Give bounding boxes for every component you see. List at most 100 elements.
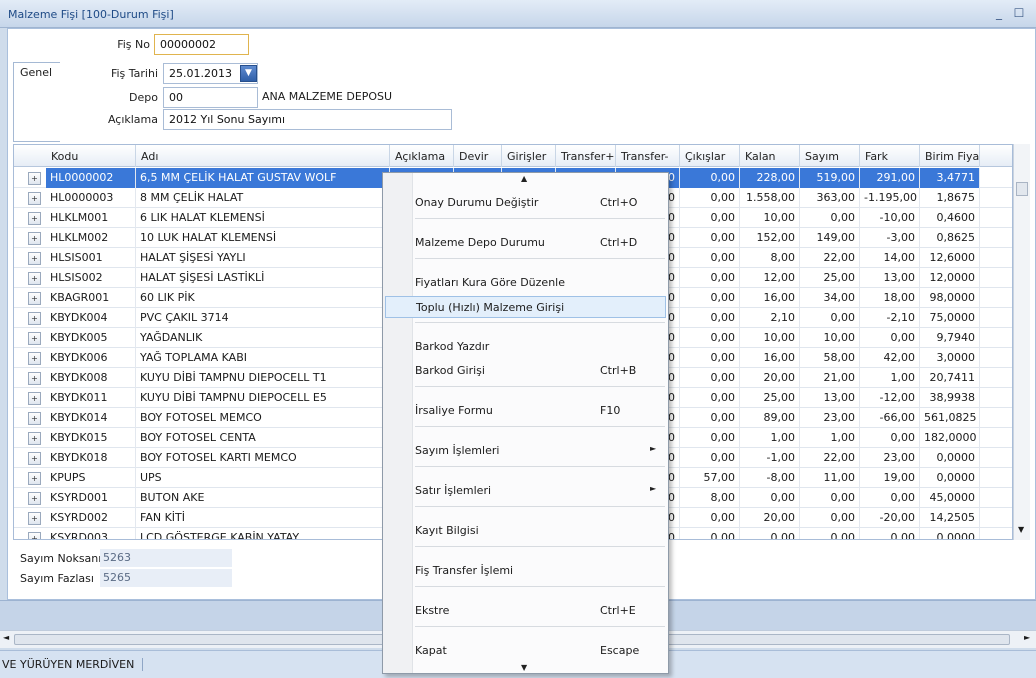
cell-kodu[interactable]: HLKLM002 [46, 228, 136, 248]
maximize-button[interactable]: ☐ [1012, 6, 1026, 20]
cell-kodu[interactable]: HLKLM001 [46, 208, 136, 228]
cell-adi[interactable]: FAN KİTİ [136, 508, 390, 528]
cell-sayim[interactable]: 0,00 [800, 208, 860, 228]
cell-kalan[interactable]: -8,00 [740, 468, 800, 488]
expand-row-icon[interactable]: + [28, 312, 41, 325]
cell-kodu[interactable]: KPUPS [46, 468, 136, 488]
cell-sayim[interactable]: 23,00 [800, 408, 860, 428]
cell-sayim[interactable]: 0,00 [800, 308, 860, 328]
cell-fark[interactable]: -2,10 [860, 308, 920, 328]
cell-kalan[interactable]: 25,00 [740, 388, 800, 408]
column-header[interactable]: Girişler [502, 145, 556, 167]
expand-row-icon[interactable]: + [28, 392, 41, 405]
cell-sayim[interactable]: 21,00 [800, 368, 860, 388]
expand-row-icon[interactable]: + [28, 432, 41, 445]
cell-adi[interactable]: BOY FOTOSEL KARTI MEMCO [136, 448, 390, 468]
cell-fark[interactable]: -10,00 [860, 208, 920, 228]
cell-kalan[interactable]: 8,00 [740, 248, 800, 268]
cell-adi[interactable]: UPS [136, 468, 390, 488]
column-header[interactable]: Sayım [800, 145, 860, 167]
menu-item-toplu-h-zl-malzeme-giris-i[interactable]: Toplu (Hızlı) Malzeme Girişi [385, 296, 666, 318]
cell-cikislar[interactable]: 0,00 [680, 208, 740, 228]
column-header[interactable]: Birim Fiya [920, 145, 980, 167]
cell-kalan[interactable]: 16,00 [740, 288, 800, 308]
expand-row-icon[interactable]: + [28, 472, 41, 485]
cell-cikislar[interactable]: 0,00 [680, 168, 740, 188]
cell-cikislar[interactable]: 0,00 [680, 348, 740, 368]
column-header[interactable]: Kalan [740, 145, 800, 167]
cell-adi[interactable]: YAĞ TOPLAMA KABI [136, 348, 390, 368]
cell-cikislar[interactable]: 0,00 [680, 408, 740, 428]
cell-birim[interactable]: 1,8675 [920, 188, 980, 208]
scroll-right-icon[interactable]: ► [1024, 633, 1030, 642]
cell-sayim[interactable]: 0,00 [800, 488, 860, 508]
minimize-button[interactable]: _ [992, 6, 1006, 20]
cell-adi[interactable]: YAĞDANLIK [136, 328, 390, 348]
cell-kalan[interactable]: -1,00 [740, 448, 800, 468]
expand-row-icon[interactable]: + [28, 512, 41, 525]
cell-kalan[interactable]: 16,00 [740, 348, 800, 368]
cell-kodu[interactable]: KBYDK006 [46, 348, 136, 368]
cell-sayim[interactable]: 0,00 [800, 528, 860, 539]
cell-kalan[interactable]: 10,00 [740, 328, 800, 348]
menu-item-i-rsaliye-formu[interactable]: İrsaliye Formu F10 [385, 400, 666, 422]
menu-item-barkod-yazd-r[interactable]: Barkod Yazdır [385, 336, 666, 358]
cell-birim[interactable]: 3,4771 [920, 168, 980, 188]
cell-fark[interactable]: 1,00 [860, 368, 920, 388]
cell-cikislar[interactable]: 0,00 [680, 268, 740, 288]
cell-sayim[interactable]: 363,00 [800, 188, 860, 208]
cell-adi[interactable]: KUYU DİBİ TAMPNU DIEPOCELL T1 [136, 368, 390, 388]
cell-cikislar[interactable]: 0,00 [680, 328, 740, 348]
expand-row-icon[interactable]: + [28, 452, 41, 465]
cell-kalan[interactable]: 89,00 [740, 408, 800, 428]
cell-kodu[interactable]: KBYDK015 [46, 428, 136, 448]
expand-row-icon[interactable]: + [28, 272, 41, 285]
expand-row-icon[interactable]: + [28, 412, 41, 425]
cell-sayim[interactable]: 13,00 [800, 388, 860, 408]
cell-kalan[interactable]: 228,00 [740, 168, 800, 188]
menu-item-fis-transfer-i-s-lemi[interactable]: Fiş Transfer İşlemi [385, 560, 666, 582]
grid-vertical-scrollbar[interactable]: ▼ [1013, 144, 1030, 540]
scroll-down-icon[interactable]: ▼ [1018, 525, 1024, 534]
cell-kalan[interactable]: 0,00 [740, 528, 800, 539]
cell-kodu[interactable]: KBYDK014 [46, 408, 136, 428]
expand-row-icon[interactable]: + [28, 232, 41, 245]
expand-row-icon[interactable]: + [28, 372, 41, 385]
menu-item-say-m-i-s-lemleri[interactable]: Sayım İşlemleri ► [385, 440, 666, 462]
cell-kalan[interactable]: 0,00 [740, 488, 800, 508]
cell-kodu[interactable]: KSYRD002 [46, 508, 136, 528]
cell-fark[interactable]: -66,00 [860, 408, 920, 428]
cell-kalan[interactable]: 1,00 [740, 428, 800, 448]
cell-fark[interactable]: 0,00 [860, 528, 920, 539]
cell-kodu[interactable]: HL0000003 [46, 188, 136, 208]
cell-kodu[interactable]: KBYDK018 [46, 448, 136, 468]
cell-adi[interactable]: 6,5 MM ÇELİK HALAT GUSTAV WOLF [136, 168, 390, 188]
cell-kalan[interactable]: 1.558,00 [740, 188, 800, 208]
column-header[interactable]: Fark [860, 145, 920, 167]
cell-fark[interactable]: 14,00 [860, 248, 920, 268]
menu-item-sat-r-i-s-lemleri[interactable]: Satır İşlemleri ► [385, 480, 666, 502]
expand-row-icon[interactable]: + [28, 492, 41, 505]
cell-birim[interactable]: 0,4600 [920, 208, 980, 228]
menu-item-ekstre[interactable]: Ekstre Ctrl+E [385, 600, 666, 622]
cell-kalan[interactable]: 20,00 [740, 508, 800, 528]
cell-kodu[interactable]: HLSIS001 [46, 248, 136, 268]
menu-item-kay-t-bilgisi[interactable]: Kayıt Bilgisi [385, 520, 666, 542]
cell-cikislar[interactable]: 0,00 [680, 508, 740, 528]
cell-birim[interactable]: 12,0000 [920, 268, 980, 288]
cell-kodu[interactable]: KSYRD001 [46, 488, 136, 508]
cell-sayim[interactable]: 34,00 [800, 288, 860, 308]
cell-kodu[interactable]: HLSIS002 [46, 268, 136, 288]
menu-item-fiyatlar-kura-go-re-du-zenle[interactable]: Fiyatları Kura Göre Düzenle [385, 272, 666, 294]
cell-cikislar[interactable]: 0,00 [680, 288, 740, 308]
cell-sayim[interactable]: 11,00 [800, 468, 860, 488]
cell-sayim[interactable]: 10,00 [800, 328, 860, 348]
column-header[interactable]: Kodu [46, 145, 136, 167]
column-header[interactable]: Çıkışlar [680, 145, 740, 167]
cell-fark[interactable]: -3,00 [860, 228, 920, 248]
cell-sayim[interactable]: 22,00 [800, 448, 860, 468]
cell-cikislar[interactable]: 0,00 [680, 428, 740, 448]
cell-kodu[interactable]: HL0000002 [46, 168, 136, 188]
depo-code-field[interactable] [163, 87, 258, 108]
cell-adi[interactable]: 6 LIK HALAT KLEMENSİ [136, 208, 390, 228]
